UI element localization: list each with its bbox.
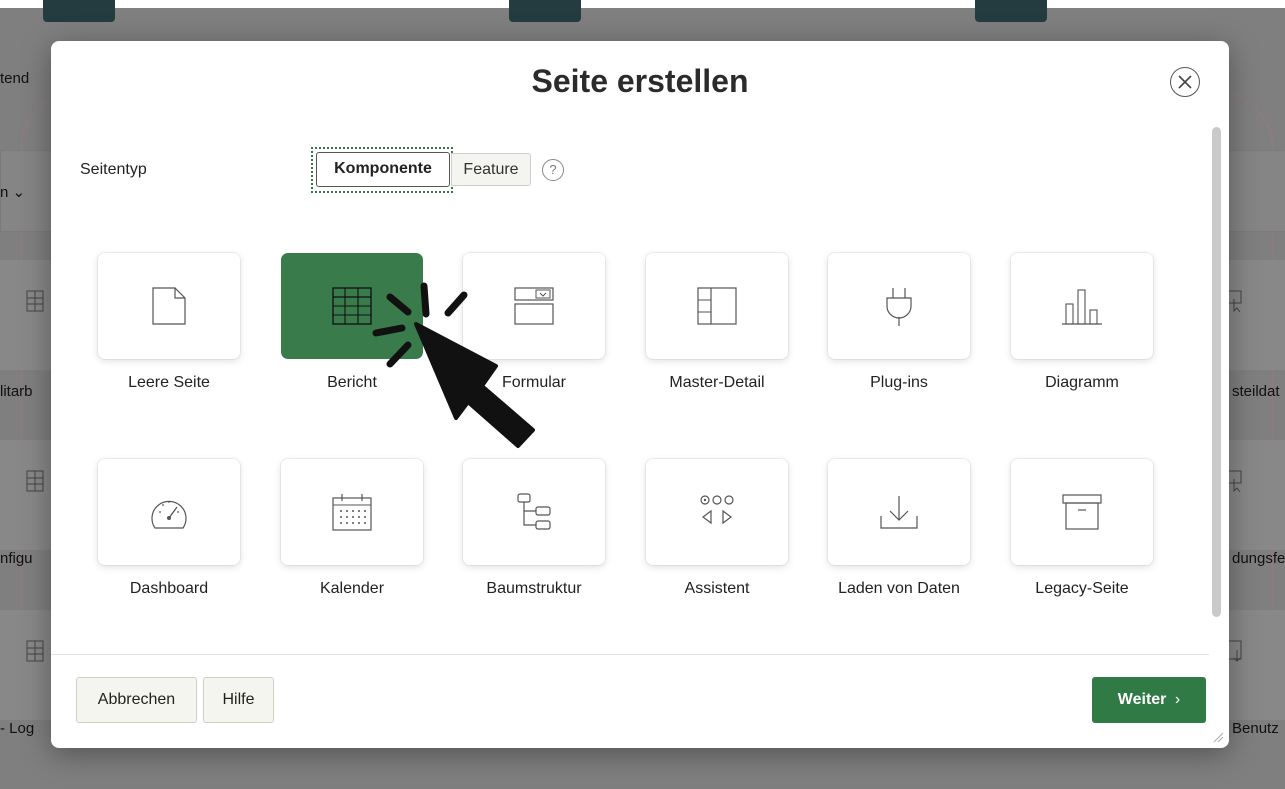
- background-text: Benutz: [1232, 720, 1279, 737]
- background-panel: [1228, 150, 1285, 232]
- wizard-icon: [700, 495, 734, 525]
- card-plug-ins[interactable]: [828, 253, 970, 359]
- calendar-icon: [332, 494, 372, 531]
- card-legacy-seite[interactable]: [1011, 459, 1153, 565]
- gauge-icon: [151, 500, 187, 529]
- background-text: n ⌄: [0, 184, 26, 201]
- close-button[interactable]: [1170, 67, 1200, 97]
- bar-chart-icon: [1062, 289, 1102, 325]
- background-text: nfigu: [0, 550, 33, 567]
- chevron-right-icon: ›: [1174, 691, 1181, 708]
- card-label-diagramm: Diagramm: [1045, 374, 1119, 391]
- help-button[interactable]: Hilfe: [203, 677, 274, 723]
- card-kalender[interactable]: [281, 459, 423, 565]
- next-button-label: Weiter: [1117, 691, 1167, 708]
- background-button: [43, 0, 115, 22]
- card-master-detail[interactable]: [646, 253, 788, 359]
- footer-divider: [51, 654, 1209, 655]
- background-text: tend: [0, 70, 30, 87]
- card-label-baumstruktur: Baumstruktur: [486, 580, 582, 597]
- background-tile: [1226, 260, 1285, 370]
- click-cursor-icon: [372, 282, 535, 448]
- segment-feature[interactable]: Feature: [451, 153, 531, 186]
- scrollbar-thumb[interactable]: [1212, 127, 1221, 617]
- background-topbar: [0, 0, 1285, 8]
- card-label-laden-von-daten: Laden von Daten: [838, 580, 960, 597]
- card-label-leere-seite: Leere Seite: [128, 374, 210, 391]
- segment-komponente[interactable]: Komponente: [316, 152, 450, 187]
- card-dashboard[interactable]: [98, 459, 240, 565]
- close-icon: [1178, 75, 1192, 89]
- blank-page-icon: [152, 287, 186, 325]
- card-laden-von-daten[interactable]: [828, 459, 970, 565]
- tree-icon: [517, 493, 551, 530]
- card-label-assistent: Assistent: [684, 580, 750, 597]
- card-diagramm[interactable]: [1011, 253, 1153, 359]
- help-icon[interactable]: ?: [542, 159, 564, 181]
- background-text: litarb: [0, 383, 33, 400]
- card-label-master-detail: Master-Detail: [669, 374, 765, 391]
- page-type-label: Seitentyp: [80, 161, 147, 178]
- resize-handle-icon[interactable]: [1212, 731, 1224, 743]
- card-label-kalender: Kalender: [319, 580, 385, 597]
- card-label-plug-ins: Plug-ins: [870, 374, 928, 391]
- card-assistent[interactable]: [646, 459, 788, 565]
- plug-icon: [886, 288, 912, 326]
- card-baumstruktur[interactable]: [463, 459, 605, 565]
- card-label-dashboard: Dashboard: [129, 580, 209, 597]
- create-page-dialog: Seite erstellen Seitentyp Komponente Fea…: [51, 41, 1229, 748]
- background-text: - Log: [0, 720, 35, 737]
- background-button: [975, 0, 1047, 22]
- background-tile: [1226, 440, 1285, 550]
- next-button[interactable]: Weiter ›: [1092, 677, 1206, 723]
- background-button: [509, 0, 581, 22]
- report-table-icon: [332, 287, 372, 325]
- dialog-title: Seite erstellen: [531, 63, 749, 99]
- background-text: steildat: [1232, 383, 1280, 400]
- card-leere-seite[interactable]: [98, 253, 240, 359]
- cancel-button[interactable]: Abbrechen: [76, 677, 197, 723]
- master-detail-icon: [697, 287, 737, 325]
- archive-box-icon: [1062, 494, 1102, 530]
- background-tile: [1226, 610, 1285, 720]
- card-label-legacy-seite: Legacy-Seite: [1035, 580, 1129, 597]
- background-text: dungsfe: [1232, 550, 1285, 567]
- download-icon: [880, 496, 918, 529]
